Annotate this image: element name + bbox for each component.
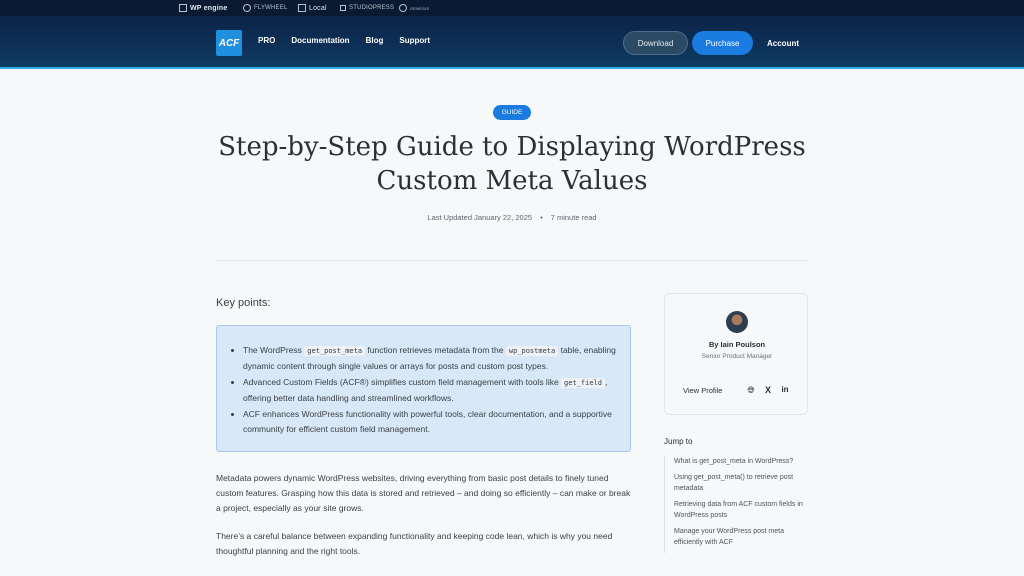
jump-link-manage[interactable]: Manage your WordPress post meta efficien… — [674, 526, 808, 548]
code-get-field: get_field — [561, 378, 605, 388]
last-updated: Last Updated January 22, 2025 — [427, 213, 533, 222]
download-button[interactable]: Download — [623, 31, 688, 55]
nav-item-documentation[interactable]: Documentation — [291, 36, 349, 45]
page-title: Step-by-Step Guide to Displaying WordPre… — [218, 132, 806, 196]
jump-link-what-is[interactable]: What is get_post_meta in WordPress? — [674, 456, 808, 467]
x-icon[interactable]: X — [763, 385, 773, 395]
local-logo[interactable]: Local — [298, 3, 327, 13]
genesis-icon — [399, 4, 407, 12]
code-wp-postmeta: wp_postmeta — [505, 346, 559, 356]
jump-to-list: What is get_post_meta in WordPress? Usin… — [664, 456, 808, 553]
nav-item-support[interactable]: Support — [399, 36, 430, 45]
brand-label: GENESIS — [410, 5, 430, 11]
avatar — [726, 311, 748, 333]
wpengine-icon — [179, 4, 187, 12]
flywheel-logo[interactable]: FLYWHEEL — [243, 3, 288, 13]
article-meta: Last Updated January 22, 2025 • 7 minute r… — [0, 213, 1024, 222]
purchase-button[interactable]: Purchase — [692, 31, 753, 55]
author-card: By Iain Poulson Senior Product Manager V… — [664, 293, 808, 415]
local-icon — [298, 4, 306, 12]
main-nav: PRO Documentation Blog Support — [258, 36, 430, 45]
key-points-heading: Key points: — [216, 297, 271, 309]
key-points-box: The WordPress get_post_meta function ret… — [216, 325, 631, 452]
key-points-list: The WordPress get_post_meta function ret… — [243, 343, 616, 437]
studiopress-icon — [340, 5, 346, 11]
globe-icon[interactable]: 🌐︎ — [746, 385, 756, 395]
meta-separator: • — [540, 213, 543, 222]
brand-label: Local — [309, 4, 327, 12]
site-header: ACF PRO Documentation Blog Support Downl… — [0, 16, 1024, 69]
flywheel-icon — [243, 4, 251, 12]
code-get-post-meta: get_post_meta — [304, 346, 366, 356]
linkedin-icon[interactable]: in — [780, 385, 790, 395]
nav-item-pro[interactable]: PRO — [258, 36, 275, 45]
brand-label: FLYWHEEL — [254, 5, 288, 11]
jump-link-retrieving[interactable]: Retrieving data from ACF custom fields i… — [674, 499, 808, 521]
account-link[interactable]: Account — [767, 39, 799, 48]
read-time: 7 minute read — [550, 213, 597, 222]
body-paragraph: There’s a careful balance between expand… — [216, 531, 613, 556]
partner-brand-bar: WP engine FLYWHEEL Local STUDIOPRESS GEN… — [0, 0, 1024, 16]
list-item: ACF enhances WordPress functionality wit… — [243, 407, 616, 437]
acf-logo[interactable]: ACF — [216, 30, 242, 56]
jump-link-using[interactable]: Using get_post_meta() to retrieve post m… — [674, 472, 808, 494]
nav-item-blog[interactable]: Blog — [366, 36, 384, 45]
wpengine-logo[interactable]: WP engine — [179, 3, 227, 13]
brand-label: WP engine — [190, 4, 228, 12]
body-paragraph: Metadata powers dynamic WordPress websit… — [216, 473, 631, 513]
view-profile-link[interactable]: View Profile — [683, 386, 722, 395]
author-name: By Iain Poulson — [708, 340, 766, 349]
header-divider — [216, 260, 808, 261]
list-item: Advanced Custom Fields (ACF®) simplifies… — [243, 375, 616, 406]
studiopress-logo[interactable]: STUDIOPRESS — [340, 3, 394, 13]
author-role: Senior Product Manager — [701, 353, 773, 360]
category-badge[interactable]: GUIDE — [493, 105, 531, 120]
jump-to-heading: Jump to — [664, 437, 693, 446]
list-item: The WordPress get_post_meta function ret… — [243, 343, 616, 374]
brand-label: STUDIOPRESS — [349, 5, 395, 11]
genesis-logo[interactable]: GENESIS — [399, 3, 429, 13]
